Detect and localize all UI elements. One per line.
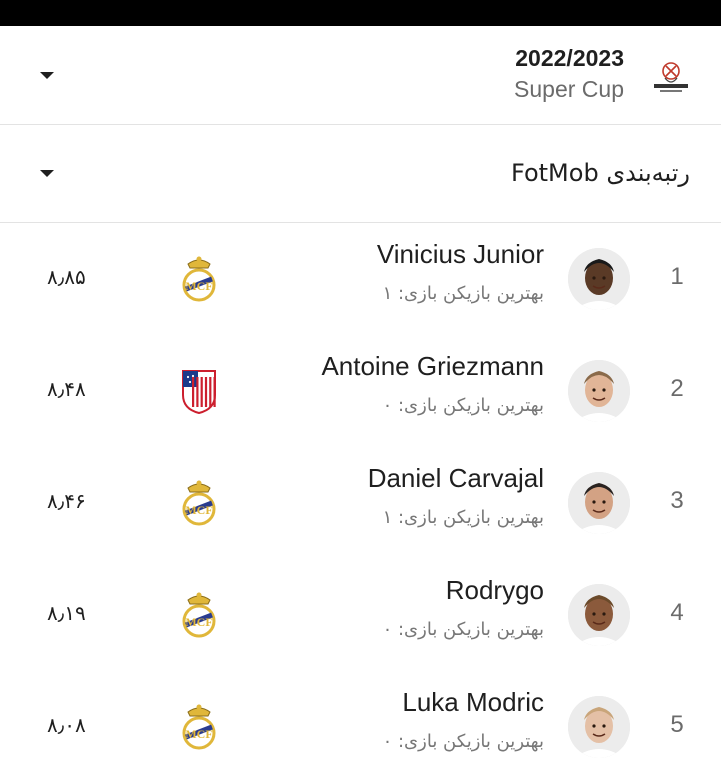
- player-name[interactable]: Rodrygo: [446, 575, 544, 606]
- status-bar: [0, 0, 721, 26]
- real-madrid-crest-icon: MCF: [178, 255, 220, 303]
- player-of-the-match-count: بهترین بازیکن بازی: ۱: [382, 507, 544, 528]
- player-of-the-match-count: بهترین بازیکن بازی: ۰: [382, 395, 544, 416]
- season-selector[interactable]: 2022/2023 Super Cup: [0, 26, 721, 125]
- player-avatar[interactable]: [568, 360, 630, 422]
- season-dropdown-caret-icon[interactable]: [40, 72, 54, 79]
- player-rating: ۸٫۱۹: [47, 601, 86, 625]
- player-of-the-match-count: بهترین بازیکن بازی: ۱: [382, 283, 544, 304]
- player-name[interactable]: Luka Modric: [402, 687, 544, 718]
- player-rating: ۸٫۸۵: [47, 265, 86, 289]
- real-madrid-crest-icon: MCF: [178, 479, 220, 527]
- competition-name: Super Cup: [514, 76, 624, 102]
- player-rating: ۸٫۴۸: [47, 377, 86, 401]
- real-madrid-crest-icon: MCF: [178, 591, 220, 639]
- player-row[interactable]: 5 Luka Modric بهترین بازیکن بازی: ۰ MCF ۸٫۰۸: [0, 671, 721, 777]
- player-rating: ۸٫۴۶: [47, 489, 86, 513]
- player-rank: 1: [670, 263, 684, 290]
- season-info: 2022/2023 Super Cup: [514, 43, 624, 105]
- player-row[interactable]: 4 Rodrygo بهترین بازیکن بازی: ۰ MCF ۸٫۱۹: [0, 559, 721, 671]
- season-year: 2022/2023: [515, 45, 624, 71]
- player-row[interactable]: 2 Antoine Griezmann بهترین بازیکن بازی: ۰ ۸…: [0, 335, 721, 447]
- svg-text:MCF: MCF: [185, 727, 212, 741]
- ranking-title: رتبه‌بندی FotMob: [511, 159, 690, 187]
- real-madrid-crest-icon: MCF: [178, 703, 220, 751]
- player-rank: 4: [670, 599, 684, 626]
- player-name[interactable]: Daniel Carvajal: [368, 463, 544, 494]
- player-row[interactable]: 1 Vinicius Junior بهترین بازیکن بازی: ۱ MCF…: [0, 223, 721, 335]
- player-rank: 2: [670, 375, 684, 402]
- player-avatar[interactable]: [568, 472, 630, 534]
- player-name[interactable]: Vinicius Junior: [377, 239, 544, 270]
- player-row[interactable]: 3 Daniel Carvajal بهترین بازیکن بازی: ۱ MCF…: [0, 447, 721, 559]
- ranking-dropdown-caret-icon[interactable]: [40, 170, 54, 177]
- ranking-selector[interactable]: رتبه‌بندی FotMob: [0, 125, 721, 223]
- player-rating: ۸٫۰۸: [47, 713, 86, 737]
- player-name[interactable]: Antoine Griezmann: [321, 351, 544, 382]
- player-avatar[interactable]: [568, 584, 630, 646]
- atletico-madrid-crest-icon: [178, 367, 220, 415]
- supercopa-trophy-icon: [654, 62, 688, 92]
- player-rank: 3: [670, 487, 684, 514]
- player-of-the-match-count: بهترین بازیکن بازی: ۰: [382, 731, 544, 752]
- player-avatar[interactable]: [568, 248, 630, 310]
- player-of-the-match-count: بهترین بازیکن بازی: ۰: [382, 619, 544, 640]
- svg-text:MCF: MCF: [185, 615, 212, 629]
- svg-text:MCF: MCF: [185, 503, 212, 517]
- player-avatar[interactable]: [568, 696, 630, 758]
- svg-text:MCF: MCF: [185, 279, 212, 293]
- player-rank: 5: [670, 711, 684, 738]
